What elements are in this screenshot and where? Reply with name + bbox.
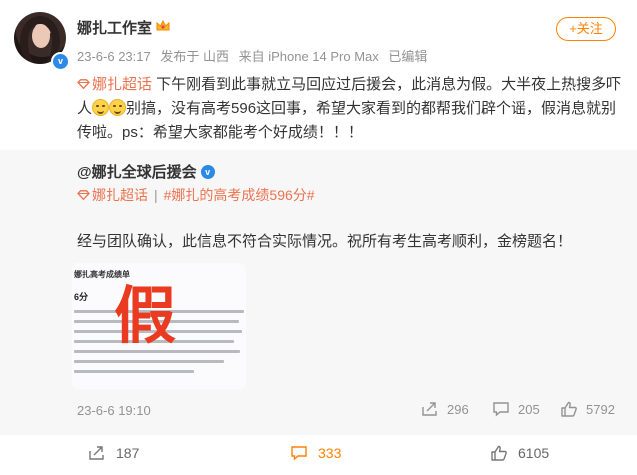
- verified-badge-icon: v: [51, 52, 70, 71]
- footer-comment-button[interactable]: 333: [290, 445, 341, 461]
- supertopic-diamond-icon: [77, 79, 90, 90]
- image-score: 6分: [74, 292, 89, 302]
- grin-emoji-icon: [92, 99, 110, 117]
- footer-repost-count: 187: [116, 445, 140, 461]
- repost-like-count: 5792: [586, 401, 615, 417]
- repost-timestamp[interactable]: 23-6-6 19:10: [77, 403, 151, 418]
- comment-icon: [291, 446, 307, 461]
- tag-separator: |: [154, 187, 158, 203]
- repost-repost-button[interactable]: 296: [421, 401, 469, 417]
- post-footer: 187 333 6105: [0, 435, 637, 475]
- follow-button[interactable]: +关注: [556, 17, 616, 41]
- crown-icon: [156, 19, 170, 31]
- edited-label[interactable]: 已编辑: [388, 49, 427, 64]
- fake-stamp: 假: [114, 279, 177, 352]
- image-text-line: [74, 370, 194, 373]
- repost-author-name[interactable]: @娜扎全球后援会: [77, 164, 197, 181]
- repost-repost-count: 296: [447, 401, 469, 417]
- repost-like-button[interactable]: 5792: [560, 401, 615, 417]
- repost-text: 经与团队确认，此信息不符合实际情况。祝所有考生高考顺利，金榜题名！: [77, 233, 573, 250]
- grin-emoji-icon: [109, 99, 127, 117]
- like-icon: [491, 445, 507, 461]
- footer-comment-count: 333: [318, 445, 342, 461]
- verified-badge-icon: v: [200, 164, 215, 179]
- post-content: 娜扎超话 下午刚看到此事就立马回应过后援会，此消息为假。大半夜上热搜多吓人 别搞，…: [77, 73, 622, 145]
- repost-author[interactable]: @娜扎全球后援会 v: [77, 161, 215, 182]
- supertopic-link[interactable]: 娜扎超话: [77, 76, 152, 93]
- repost-comment-button[interactable]: 205: [492, 401, 540, 417]
- repost-icon: [422, 402, 437, 416]
- like-icon: [561, 401, 577, 417]
- post-timestamp[interactable]: 23-6-6 23:17: [77, 49, 151, 64]
- author-name[interactable]: 娜扎工作室: [77, 17, 152, 38]
- post-device: 来自 iPhone 14 Pro Max: [238, 49, 379, 64]
- repost-icon: [89, 446, 104, 460]
- footer-repost-button[interactable]: 187: [88, 445, 139, 461]
- weibo-post: v 娜扎工作室 23-6-6 23:17 发布于 山西 来自 iPhone 14…: [0, 0, 637, 475]
- supertopic-label: 娜扎超话: [92, 76, 153, 93]
- post-meta: 23-6-6 23:17 发布于 山西 来自 iPhone 14 Pro Max…: [77, 46, 433, 65]
- supertopic-diamond-icon: [77, 190, 90, 201]
- repost-image[interactable]: 娜扎高考成绩单 6分 假: [72, 263, 246, 389]
- post-location: 发布于 山西: [160, 49, 229, 64]
- repost-tags: 娜扎超话 | #娜扎的高考成绩596分#: [77, 185, 315, 205]
- post-text-part2: 别搞，没有高考596这回事，希望大家看到的都帮我们辟个谣，假消息就别传啦。ps：…: [77, 100, 617, 141]
- footer-like-button[interactable]: 6105: [490, 445, 549, 461]
- footer-like-count: 6105: [518, 445, 550, 461]
- image-text-line: [74, 360, 224, 363]
- comment-icon: [493, 402, 509, 417]
- repost-supertopic-link[interactable]: 娜扎超话: [92, 187, 148, 203]
- hashtag-link[interactable]: #娜扎的高考成绩596分#: [164, 187, 315, 203]
- repost-comment-count: 205: [518, 401, 540, 417]
- repost-card[interactable]: @娜扎全球后援会 v 娜扎超话 | #娜扎的高考成绩596分# 经与团队确认，此信息不…: [0, 150, 637, 435]
